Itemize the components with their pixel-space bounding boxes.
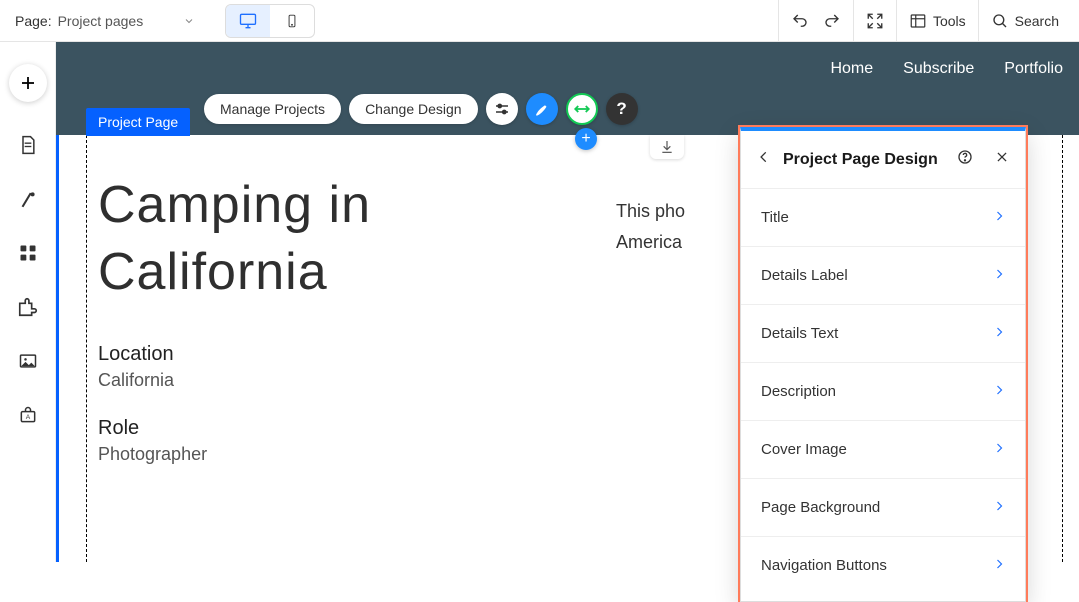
design-panel-list: Title Details Label Details Text Descrip… (741, 188, 1025, 594)
page-dropdown[interactable]: Page: Project pages (15, 13, 195, 29)
left-tool-rail: A (0, 42, 56, 562)
panel-item-cover-image[interactable]: Cover Image (741, 421, 1025, 479)
project-content: Camping in California Location Californi… (98, 172, 498, 491)
change-design-button[interactable]: Change Design (349, 94, 478, 124)
panel-title: Project Page Design (783, 151, 945, 169)
panel-item-description[interactable]: Description (741, 363, 1025, 421)
page-dropdown-label: Page: (15, 13, 52, 29)
svg-text:A: A (25, 414, 30, 421)
chevron-right-icon (993, 499, 1005, 516)
panel-item-label: Details Label (761, 267, 848, 284)
theme-icon[interactable] (17, 188, 39, 210)
nav-portfolio[interactable]: Portfolio (1004, 60, 1063, 78)
design-panel-header: Project Page Design (741, 131, 1025, 188)
project-title[interactable]: Camping in California (98, 172, 498, 305)
editor-stage: Home Subscribe Portfolio Project Page Ma… (56, 42, 1079, 562)
element-action-bar: Manage Projects Change Design ? (204, 93, 638, 125)
chevron-right-icon (993, 267, 1005, 284)
meta-value-role[interactable]: Photographer (98, 444, 498, 465)
meta-label-role[interactable]: Role (98, 417, 498, 440)
meta-value-location[interactable]: California (98, 370, 498, 391)
nav-subscribe[interactable]: Subscribe (903, 60, 974, 78)
mobile-view-button[interactable] (270, 5, 314, 37)
add-section-button[interactable]: + (575, 128, 597, 150)
selection-tag[interactable]: Project Page (86, 108, 190, 136)
addons-icon[interactable] (17, 296, 39, 318)
chevron-right-icon (993, 383, 1005, 400)
panel-item-title[interactable]: Title (741, 189, 1025, 247)
zoom-out-button[interactable] (866, 12, 884, 30)
search-label: Search (1015, 13, 1059, 29)
chevron-right-icon (993, 209, 1005, 226)
add-element-button[interactable] (9, 64, 47, 102)
panel-item-label: Details Text (761, 325, 838, 342)
settings-toggle-button[interactable] (486, 93, 518, 125)
device-toggle (225, 4, 315, 38)
desc-fragment-2: America (616, 232, 682, 252)
chevron-right-icon (993, 557, 1005, 574)
business-icon[interactable]: A (17, 404, 39, 426)
desc-fragment-1: This pho (616, 201, 685, 221)
panel-item-details-label[interactable]: Details Label (741, 247, 1025, 305)
page-dropdown-value: Project pages (58, 13, 144, 29)
panel-item-label: Page Background (761, 499, 880, 516)
chevron-right-icon (993, 325, 1005, 342)
design-panel: Project Page Design Title Details Label … (740, 127, 1026, 602)
tools-button[interactable]: Tools (909, 12, 966, 30)
chevron-down-icon (183, 15, 195, 27)
editor-topbar: Page: Project pages (0, 0, 1079, 42)
help-button[interactable]: ? (606, 93, 638, 125)
nav-home[interactable]: Home (830, 60, 873, 78)
panel-item-label: Title (761, 209, 789, 226)
panel-help-button[interactable] (957, 149, 973, 170)
panel-item-label: Navigation Buttons (761, 557, 887, 574)
site-main-nav: Home Subscribe Portfolio (830, 60, 1063, 78)
panel-item-label: Cover Image (761, 441, 847, 458)
media-icon[interactable] (17, 350, 39, 372)
desktop-view-button[interactable] (226, 5, 270, 37)
tools-label: Tools (933, 13, 966, 29)
panel-item-page-background[interactable]: Page Background (741, 479, 1025, 537)
manage-projects-button[interactable]: Manage Projects (204, 94, 341, 124)
design-brush-button[interactable] (526, 93, 558, 125)
pages-icon[interactable] (17, 134, 39, 156)
panel-back-button[interactable] (757, 150, 771, 169)
stretch-button[interactable] (566, 93, 598, 125)
undo-button[interactable] (791, 12, 809, 30)
panel-close-button[interactable] (995, 150, 1009, 169)
panel-item-label: Description (761, 383, 836, 400)
panel-item-navigation-buttons[interactable]: Navigation Buttons (741, 537, 1025, 594)
redo-button[interactable] (823, 12, 841, 30)
apps-grid-icon[interactable] (17, 242, 39, 264)
panel-item-details-text[interactable]: Details Text (741, 305, 1025, 363)
meta-label-location[interactable]: Location (98, 343, 498, 366)
download-attach-button[interactable] (650, 135, 684, 159)
search-button[interactable]: Search (991, 12, 1059, 30)
chevron-right-icon (993, 441, 1005, 458)
